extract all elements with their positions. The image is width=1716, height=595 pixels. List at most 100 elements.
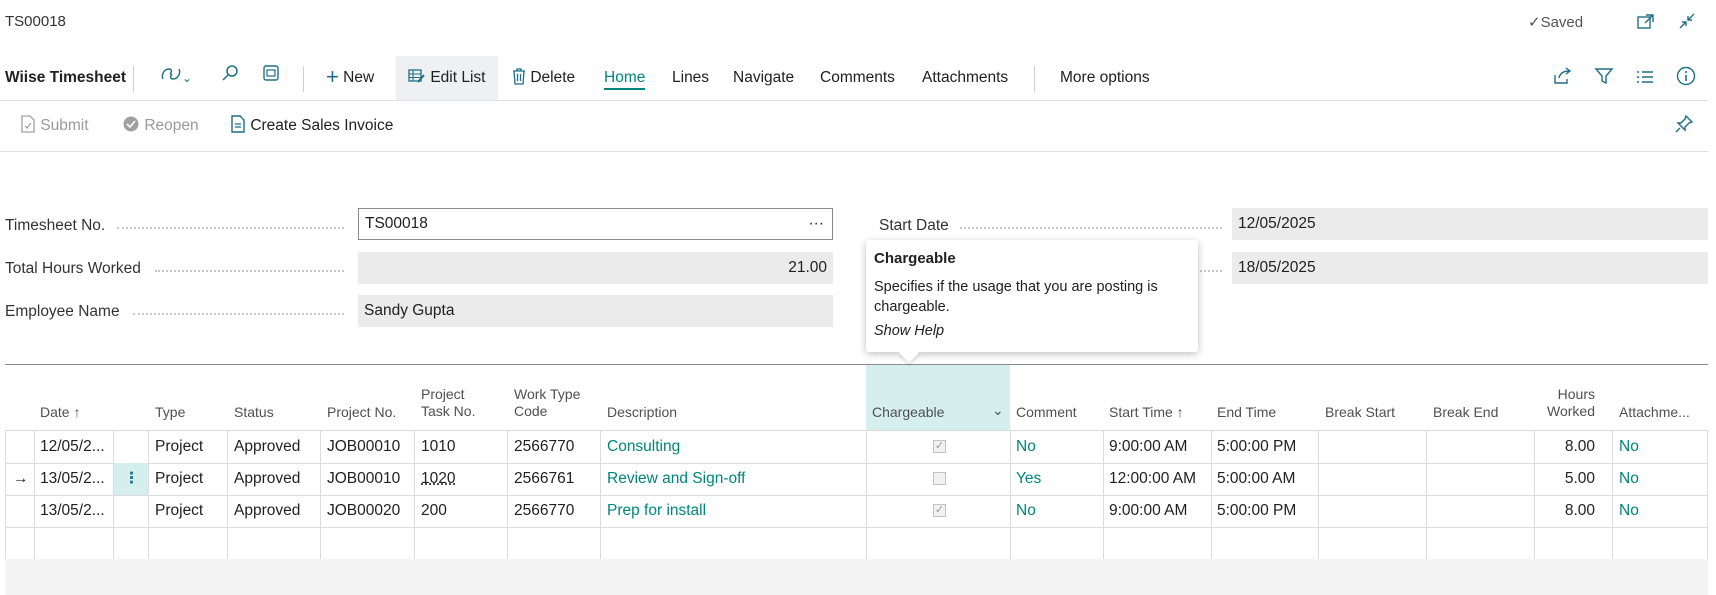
cell-status: Approved [234, 502, 301, 519]
cell-attachments[interactable]: No [1619, 463, 1639, 495]
delete-button[interactable]: Delete [512, 56, 575, 100]
timesheet-no-field[interactable]: TS00018 ··· [358, 208, 833, 240]
layout-button[interactable] [262, 56, 280, 100]
cell-comment[interactable]: No [1016, 495, 1036, 527]
chargeable-checkbox-checked[interactable]: ✓ [933, 504, 946, 517]
search-button[interactable] [221, 56, 239, 100]
total-hours-label: Total Hours Worked [5, 260, 141, 277]
cell-end-time: 5:00:00 AM [1217, 470, 1296, 487]
page-name: Wiise Timesheet [5, 69, 127, 86]
info-icon[interactable] [1676, 56, 1696, 100]
cell-attachments[interactable]: No [1619, 431, 1639, 463]
create-sales-invoice-button[interactable]: Create Sales Invoice [230, 101, 393, 151]
chargeable-checkbox[interactable] [933, 472, 946, 485]
new-button[interactable]: + New [326, 56, 374, 100]
saved-status: ✓Saved [1528, 13, 1583, 31]
table-row-empty[interactable] [5, 527, 1708, 560]
tab-home-label: Home [604, 69, 646, 90]
filter-icon[interactable] [1594, 56, 1614, 100]
more-options-button[interactable]: More options [1060, 56, 1150, 100]
column-header-chargeable[interactable]: Chargeable ⌄ [872, 402, 1004, 421]
edit-list-icon [408, 69, 426, 86]
cell-work-type: 2566770 [514, 438, 575, 455]
edit-list-label: Edit List [430, 69, 486, 86]
cell-status: Approved [234, 470, 301, 487]
column-header-break-end[interactable]: Break End [1433, 404, 1498, 421]
tab-lines[interactable]: Lines [672, 56, 709, 100]
column-header-work-type[interactable]: Work Type Code [514, 386, 580, 420]
more-ellipsis-icon[interactable]: ··· [809, 209, 825, 239]
cell-task-no: 1020 [421, 470, 456, 487]
table-row[interactable]: 13/05/2... Project Approved JOB00020 200 2566… [5, 495, 1708, 528]
column-header-work-type-line1: Work Type [514, 386, 581, 402]
cell-description[interactable]: Consulting [607, 431, 680, 463]
column-header-end-time[interactable]: End Time [1217, 404, 1276, 421]
reopen-button[interactable]: Reopen [122, 101, 199, 151]
chargeable-checkbox-checked[interactable]: ✓ [933, 440, 946, 453]
column-header-date[interactable]: Date ↑ [40, 404, 80, 421]
edit-list-button[interactable]: Edit List [396, 56, 498, 100]
collapse-icon[interactable] [1678, 12, 1696, 34]
tab-navigate[interactable]: Navigate [733, 56, 794, 100]
cell-work-type: 2566770 [514, 502, 575, 519]
layout-icon [262, 65, 280, 86]
open-new-window-icon[interactable] [1637, 13, 1655, 33]
employee-name-field: Sandy Gupta [358, 295, 833, 327]
cell-date: 13/05/2... [40, 470, 105, 487]
start-date-label: Start Date [879, 217, 949, 234]
cell-comment[interactable]: Yes [1016, 463, 1041, 495]
chevron-down-icon[interactable]: ⌄ [992, 402, 1004, 419]
tab-attachments[interactable]: Attachments [922, 56, 1008, 100]
show-help-link[interactable]: Show Help [874, 323, 1190, 339]
dotted-leader [1200, 270, 1222, 272]
column-header-hours-worked[interactable]: Hours Worked [1540, 386, 1595, 420]
table-row[interactable]: 13/05/2... Project Approved JOB00010 1020 256… [5, 463, 1708, 496]
row-actions-menu-icon[interactable]: ⋮ [114, 463, 149, 495]
share-icon[interactable] [1553, 56, 1573, 100]
submit-label: Submit [40, 117, 89, 134]
column-header-status[interactable]: Status [234, 404, 274, 421]
column-header-start-time[interactable]: Start Time ↑ [1109, 404, 1184, 421]
dotted-leader [117, 227, 344, 229]
dotted-leader [960, 227, 1222, 229]
column-header-task-no[interactable]: Project Task No. [421, 386, 475, 420]
cell-project-no: JOB00020 [327, 502, 401, 519]
cell-project-no: JOB00010 [327, 438, 401, 455]
cell-project-no: JOB00010 [327, 470, 401, 487]
invoice-icon [230, 115, 246, 134]
timesheet-no-value: TS00018 [365, 215, 428, 232]
cell-task-no: 1010 [421, 438, 456, 455]
cell-type: Project [155, 502, 204, 519]
plus-icon: + [326, 64, 339, 89]
trash-icon [512, 68, 526, 86]
copilot-menu[interactable]: ⌄ [160, 56, 192, 100]
tab-comments[interactable]: Comments [820, 56, 895, 100]
action-bar: Wiise Timesheet ⌄ + New Edit List Delete… [0, 56, 1708, 101]
table-row[interactable]: 12/05/2... Project Approved JOB00010 1010 256… [5, 431, 1708, 464]
tooltip-title: Chargeable [874, 250, 956, 267]
column-header-type[interactable]: Type [155, 404, 185, 421]
column-header-work-type-line2: Code [514, 403, 548, 419]
cell-type: Project [155, 470, 204, 487]
cell-date: 13/05/2... [40, 502, 105, 519]
pin-icon[interactable] [1674, 101, 1694, 151]
cell-description[interactable]: Prep for install [607, 495, 706, 527]
column-header-comment[interactable]: Comment [1016, 404, 1077, 421]
column-header-break-start[interactable]: Break Start [1325, 404, 1395, 421]
start-date-field: 12/05/2025 [1232, 208, 1708, 240]
cell-description[interactable]: Review and Sign-off [607, 463, 745, 495]
list-view-icon[interactable] [1636, 56, 1654, 100]
column-header-description[interactable]: Description [607, 404, 677, 421]
grid-empty-area [5, 559, 1708, 595]
cell-attachments[interactable]: No [1619, 495, 1639, 527]
column-header-project-no[interactable]: Project No. [327, 404, 396, 421]
cell-hours-worked: 8.00 [1564, 438, 1595, 455]
cell-comment[interactable]: No [1016, 431, 1036, 463]
tab-home[interactable]: Home [604, 56, 646, 100]
column-header-hours-line2: Worked [1547, 403, 1595, 419]
cell-start-time: 12:00:00 AM [1109, 470, 1197, 487]
submit-button[interactable]: Submit [20, 101, 89, 151]
column-header-attachments[interactable]: Attachme... [1619, 404, 1690, 421]
column-header-hours-line1: Hours [1557, 386, 1595, 402]
document-title: TS00018 [5, 13, 66, 30]
